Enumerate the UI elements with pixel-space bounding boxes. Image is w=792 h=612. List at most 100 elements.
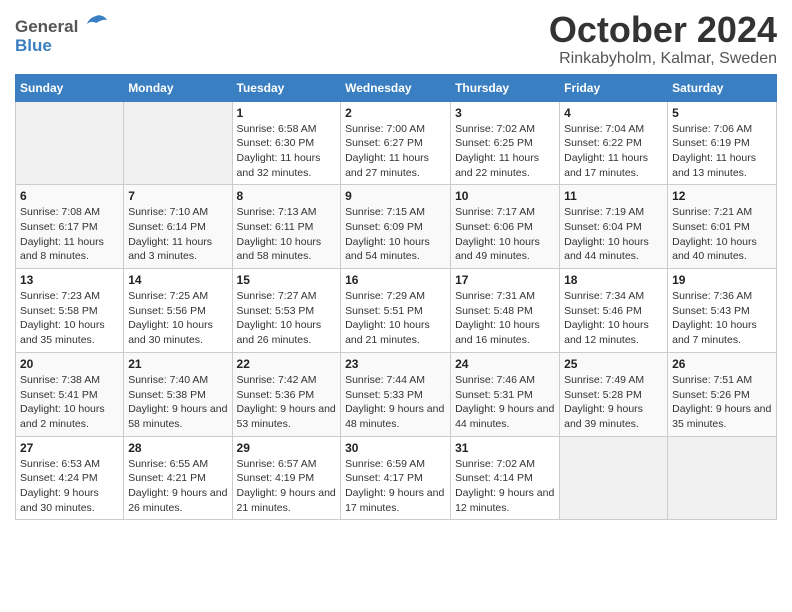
- day-cell: 12 Sunrise: 7:21 AM Sunset: 6:01 PM Dayli…: [668, 185, 777, 269]
- day-cell: 16 Sunrise: 7:29 AM Sunset: 5:51 PM Dayli…: [341, 269, 451, 353]
- day-info: Sunrise: 7:13 AM Sunset: 6:11 PM Dayligh…: [237, 205, 337, 264]
- day-cell: 14Sunrise: 7:25 AM Sunset: 5:56 PM Dayli…: [124, 269, 232, 353]
- week-row-4: 20 Sunrise: 7:38 AM Sunset: 5:41 PM Dayli…: [16, 352, 777, 436]
- day-header-monday: Monday: [124, 74, 232, 101]
- day-cell: 2Sunrise: 7:00 AM Sunset: 6:27 PM Daylig…: [341, 101, 451, 185]
- day-number: 12: [672, 189, 772, 203]
- logo-general: General: [15, 17, 78, 36]
- day-info: Sunrise: 7:02 AM Sunset: 4:14 PM Dayligh…: [455, 457, 555, 516]
- day-cell: 25Sunrise: 7:49 AM Sunset: 5:28 PM Dayli…: [560, 352, 668, 436]
- day-info: Sunrise: 7:19 AM Sunset: 6:04 PM Dayligh…: [564, 205, 663, 264]
- day-cell: 26 Sunrise: 7:51 AM Sunset: 5:26 PM Dayli…: [668, 352, 777, 436]
- day-cell: [124, 101, 232, 185]
- day-number: 25: [564, 357, 663, 371]
- day-number: 16: [345, 273, 446, 287]
- day-number: 7: [128, 189, 227, 203]
- day-number: 17: [455, 273, 555, 287]
- header: General Blue October 2024 Rinkabyholm, K…: [15, 10, 777, 68]
- day-info: Sunrise: 7:36 AM Sunset: 5:43 PM Dayligh…: [672, 289, 772, 348]
- day-info: Sunrise: 7:08 AM Sunset: 6:17 PM Dayligh…: [20, 205, 119, 264]
- day-info: Sunrise: 6:57 AM Sunset: 4:19 PM Dayligh…: [237, 457, 337, 516]
- day-number: 2: [345, 106, 446, 120]
- day-info: Sunrise: 7:38 AM Sunset: 5:41 PM Dayligh…: [20, 373, 119, 432]
- day-number: 15: [237, 273, 337, 287]
- day-info: Sunrise: 7:29 AM Sunset: 5:51 PM Dayligh…: [345, 289, 446, 348]
- day-cell: 10 Sunrise: 7:17 AM Sunset: 6:06 PM Dayli…: [451, 185, 560, 269]
- day-number: 24: [455, 357, 555, 371]
- day-number: 29: [237, 441, 337, 455]
- day-info: Sunrise: 7:06 AM Sunset: 6:19 PM Dayligh…: [672, 122, 772, 181]
- day-header-saturday: Saturday: [668, 74, 777, 101]
- day-header-sunday: Sunday: [16, 74, 124, 101]
- day-number: 18: [564, 273, 663, 287]
- day-cell: 30 Sunrise: 6:59 AM Sunset: 4:17 PM Dayli…: [341, 436, 451, 520]
- day-cell: 29 Sunrise: 6:57 AM Sunset: 4:19 PM Dayli…: [232, 436, 341, 520]
- day-info: Sunrise: 7:42 AM Sunset: 5:36 PM Dayligh…: [237, 373, 337, 432]
- day-number: 13: [20, 273, 119, 287]
- day-cell: 15 Sunrise: 7:27 AM Sunset: 5:53 PM Dayli…: [232, 269, 341, 353]
- day-number: 23: [345, 357, 446, 371]
- day-info: Sunrise: 7:46 AM Sunset: 5:31 PM Dayligh…: [455, 373, 555, 432]
- calendar-table: SundayMondayTuesdayWednesdayThursdayFrid…: [15, 74, 777, 521]
- day-number: 27: [20, 441, 119, 455]
- day-info: Sunrise: 7:51 AM Sunset: 5:26 PM Dayligh…: [672, 373, 772, 432]
- day-info: Sunrise: 7:15 AM Sunset: 6:09 PM Dayligh…: [345, 205, 446, 264]
- day-number: 22: [237, 357, 337, 371]
- logo: General Blue: [15, 14, 107, 56]
- week-row-2: 6 Sunrise: 7:08 AM Sunset: 6:17 PM Daylig…: [16, 185, 777, 269]
- day-info: Sunrise: 7:04 AM Sunset: 6:22 PM Dayligh…: [564, 122, 663, 181]
- day-info: Sunrise: 7:34 AM Sunset: 5:46 PM Dayligh…: [564, 289, 663, 348]
- day-number: 21: [128, 357, 227, 371]
- day-info: Sunrise: 6:53 AM Sunset: 4:24 PM Dayligh…: [20, 457, 119, 516]
- day-number: 1: [237, 106, 337, 120]
- day-header-tuesday: Tuesday: [232, 74, 341, 101]
- day-number: 14: [128, 273, 227, 287]
- day-number: 5: [672, 106, 772, 120]
- day-info: Sunrise: 6:55 AM Sunset: 4:21 PM Dayligh…: [128, 457, 227, 516]
- day-number: 31: [455, 441, 555, 455]
- day-header-wednesday: Wednesday: [341, 74, 451, 101]
- day-info: Sunrise: 7:17 AM Sunset: 6:06 PM Dayligh…: [455, 205, 555, 264]
- day-cell: 4 Sunrise: 7:04 AM Sunset: 6:22 PM Daylig…: [560, 101, 668, 185]
- day-number: 3: [455, 106, 555, 120]
- page-container: General Blue October 2024 Rinkabyholm, K…: [15, 10, 777, 520]
- day-info: Sunrise: 7:10 AM Sunset: 6:14 PM Dayligh…: [128, 205, 227, 264]
- day-cell: 1 Sunrise: 6:58 AM Sunset: 6:30 PM Daylig…: [232, 101, 341, 185]
- day-cell: 17 Sunrise: 7:31 AM Sunset: 5:48 PM Dayli…: [451, 269, 560, 353]
- day-number: 20: [20, 357, 119, 371]
- title-section: October 2024 Rinkabyholm, Kalmar, Sweden: [549, 10, 777, 68]
- day-number: 26: [672, 357, 772, 371]
- day-cell: 11 Sunrise: 7:19 AM Sunset: 6:04 PM Dayli…: [560, 185, 668, 269]
- main-title: October 2024: [549, 10, 777, 50]
- day-info: Sunrise: 7:21 AM Sunset: 6:01 PM Dayligh…: [672, 205, 772, 264]
- day-cell: 8 Sunrise: 7:13 AM Sunset: 6:11 PM Daylig…: [232, 185, 341, 269]
- day-cell: 7 Sunrise: 7:10 AM Sunset: 6:14 PM Daylig…: [124, 185, 232, 269]
- day-cell: 20 Sunrise: 7:38 AM Sunset: 5:41 PM Dayli…: [16, 352, 124, 436]
- day-info: Sunrise: 7:31 AM Sunset: 5:48 PM Dayligh…: [455, 289, 555, 348]
- day-number: 9: [345, 189, 446, 203]
- logo-blue: Blue: [15, 36, 52, 55]
- header-row: SundayMondayTuesdayWednesdayThursdayFrid…: [16, 74, 777, 101]
- subtitle: Rinkabyholm, Kalmar, Sweden: [549, 50, 777, 68]
- day-info: Sunrise: 7:02 AM Sunset: 6:25 PM Dayligh…: [455, 122, 555, 181]
- day-number: 10: [455, 189, 555, 203]
- day-cell: 3 Sunrise: 7:02 AM Sunset: 6:25 PM Daylig…: [451, 101, 560, 185]
- day-info: Sunrise: 6:58 AM Sunset: 6:30 PM Dayligh…: [237, 122, 337, 181]
- day-number: 6: [20, 189, 119, 203]
- day-number: 4: [564, 106, 663, 120]
- day-info: Sunrise: 7:44 AM Sunset: 5:33 PM Dayligh…: [345, 373, 446, 432]
- day-cell: 19 Sunrise: 7:36 AM Sunset: 5:43 PM Dayli…: [668, 269, 777, 353]
- day-info: Sunrise: 6:59 AM Sunset: 4:17 PM Dayligh…: [345, 457, 446, 516]
- logo-bird-icon: [85, 19, 107, 36]
- day-info: Sunrise: 7:40 AM Sunset: 5:38 PM Dayligh…: [128, 373, 227, 432]
- day-cell: [560, 436, 668, 520]
- day-number: 8: [237, 189, 337, 203]
- day-number: 30: [345, 441, 446, 455]
- day-cell: 6 Sunrise: 7:08 AM Sunset: 6:17 PM Daylig…: [16, 185, 124, 269]
- day-header-friday: Friday: [560, 74, 668, 101]
- day-cell: [16, 101, 124, 185]
- day-info: Sunrise: 7:27 AM Sunset: 5:53 PM Dayligh…: [237, 289, 337, 348]
- day-cell: 5 Sunrise: 7:06 AM Sunset: 6:19 PM Daylig…: [668, 101, 777, 185]
- day-number: 19: [672, 273, 772, 287]
- day-number: 11: [564, 189, 663, 203]
